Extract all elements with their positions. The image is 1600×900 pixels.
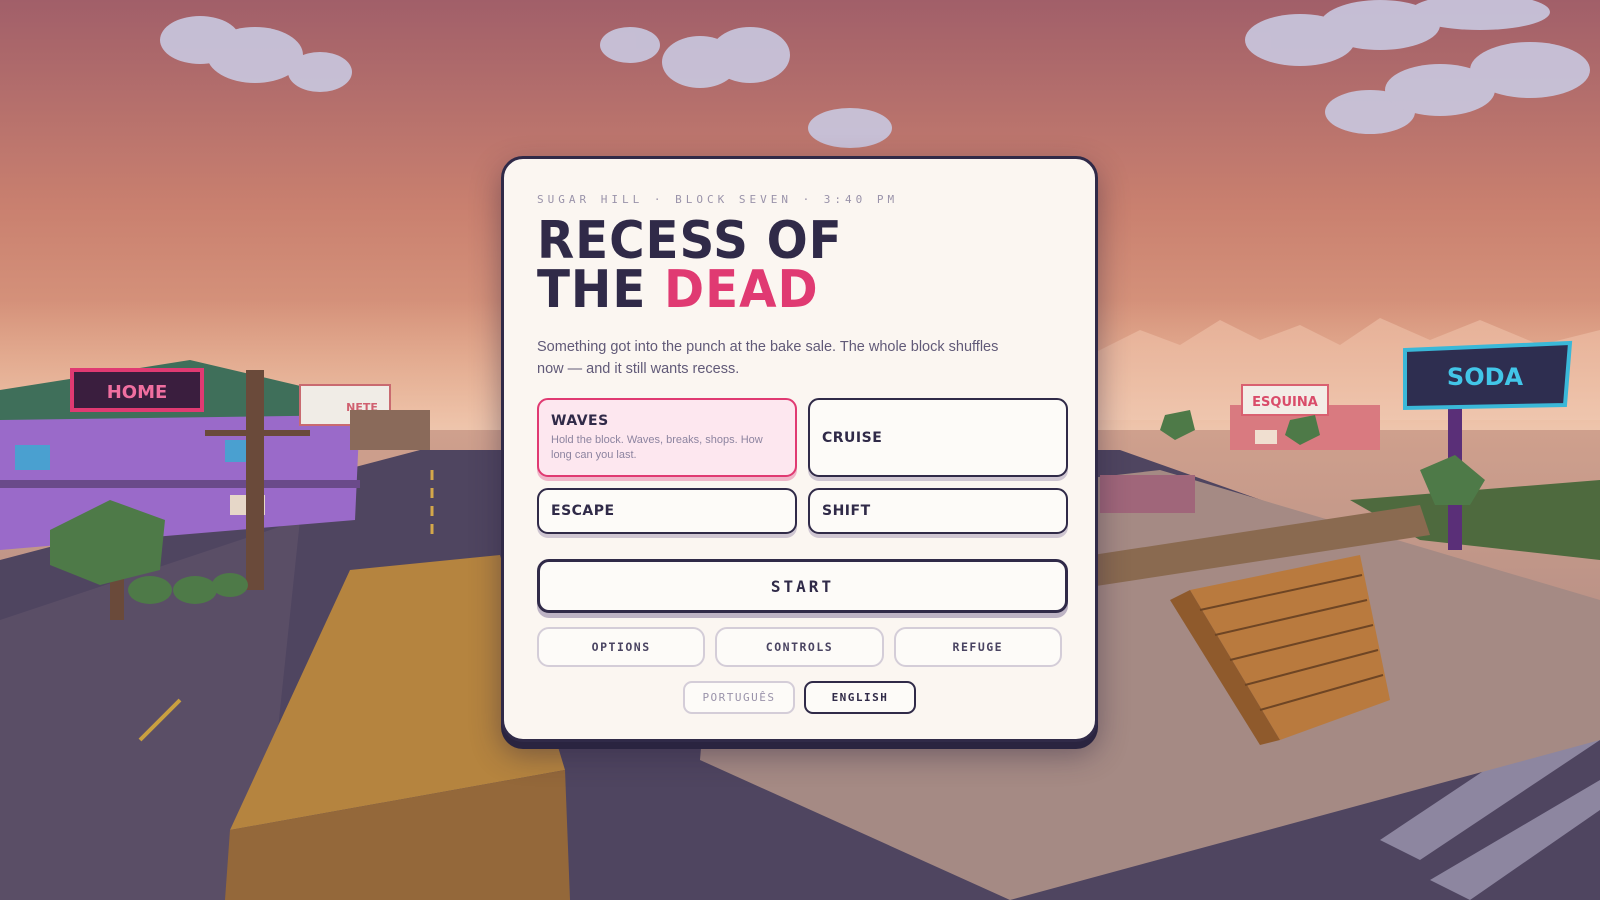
game-title: RECESS OF THE DEAD (537, 211, 1025, 316)
mode-name: SHIFT (822, 503, 871, 519)
mode-selector: WAVES Hold the block. Waves, breaks, sho… (537, 398, 1068, 534)
language-portuguese-button[interactable]: PORTUGUÊS (683, 681, 795, 714)
title-line-2: THE DEAD (537, 264, 1025, 316)
title-line-2-accent: DEAD (664, 260, 819, 320)
main-menu-panel: SUGAR HILL · BLOCK SEVEN · 3:40 PM RECES… (501, 156, 1098, 742)
mode-name: ESCAPE (551, 503, 615, 519)
game-description: Something got into the punch at the bake… (537, 339, 999, 377)
pink-block (1100, 475, 1195, 513)
secondary-menu: OPTIONS CONTROLS REFUGE (537, 627, 1062, 667)
controls-button[interactable]: CONTROLS (715, 627, 884, 667)
mode-name: WAVES (551, 413, 609, 429)
soda-sign: SODA (1447, 363, 1524, 391)
pole (246, 370, 264, 590)
options-button[interactable]: OPTIONS (537, 627, 706, 667)
refuge-button[interactable]: REFUGE (893, 627, 1062, 667)
title-line-2-plain: THE (537, 260, 665, 320)
mode-name: CRUISE (822, 429, 883, 446)
mode-waves-button[interactable]: WAVES Hold the block. Waves, breaks, sho… (537, 398, 797, 477)
location-eyebrow: SUGAR HILL · BLOCK SEVEN · 3:40 PM (537, 193, 899, 206)
pole-arm (205, 430, 310, 436)
esquina-sign: ESQUINA (1252, 395, 1318, 410)
mode-cruise-button[interactable]: CRUISE (808, 398, 1068, 477)
language-english-button[interactable]: ENGLISH (804, 681, 916, 714)
mode-shift-button[interactable]: SHIFT (808, 488, 1068, 534)
language-selector: PORTUGUÊS ENGLISH (537, 681, 1062, 714)
mode-escape-button[interactable]: ESCAPE (537, 488, 797, 534)
start-button[interactable]: START (537, 559, 1068, 613)
home-sign: HOME (107, 382, 168, 403)
far-building (350, 410, 430, 450)
mode-description: Hold the block. Waves, breaks, shops. Ho… (551, 434, 763, 461)
title-line-1: RECESS OF (537, 211, 843, 271)
